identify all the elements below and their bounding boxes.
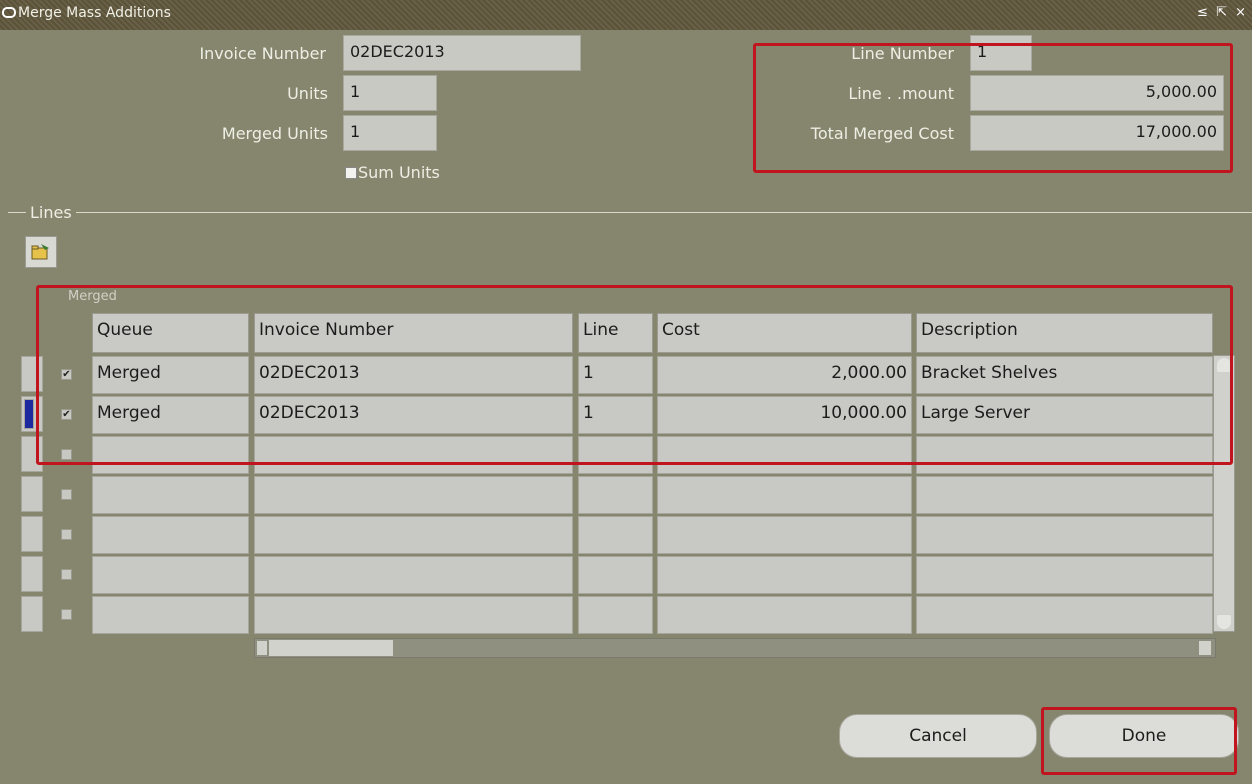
column-header-cost: Cost	[657, 313, 912, 353]
column-header-description: Description	[916, 313, 1213, 353]
merged-units-label: Merged Units	[221, 124, 328, 143]
done-button[interactable]: Done	[1049, 714, 1239, 758]
row-indicator[interactable]	[21, 556, 43, 592]
table-cell-description[interactable]	[916, 556, 1213, 594]
units-field[interactable]: 1	[343, 75, 437, 111]
units-label: Units	[287, 84, 328, 103]
row-indicator[interactable]	[21, 436, 43, 472]
table-cell-queue[interactable]: Merged	[92, 396, 249, 434]
merged-checkbox[interactable]: ✔	[61, 369, 72, 380]
column-header-line: Line	[578, 313, 653, 353]
merged-checkbox[interactable]	[61, 489, 72, 500]
horizontal-scroll-thumb[interactable]	[269, 640, 393, 656]
merged-checkbox[interactable]	[61, 449, 72, 460]
column-header-queue: Queue	[92, 313, 249, 353]
scroll-right-icon[interactable]	[1199, 641, 1211, 655]
lines-group-divider	[8, 212, 1252, 213]
vertical-scrollbar[interactable]	[1213, 355, 1235, 632]
table-cell-queue[interactable]	[92, 476, 249, 514]
total-merged-cost-label: Total Merged Cost	[810, 124, 954, 143]
folder-icon	[31, 244, 49, 260]
table-cell-invoice[interactable]: 02DEC2013	[254, 356, 573, 394]
merged-checkbox[interactable]	[61, 529, 72, 540]
table-cell-line[interactable]	[578, 596, 653, 634]
row-indicator[interactable]	[21, 596, 43, 632]
table-cell-cost[interactable]: 2,000.00	[657, 356, 912, 394]
table-cell-queue[interactable]	[92, 556, 249, 594]
table-cell-cost[interactable]	[657, 476, 912, 514]
line-amount-field[interactable]: 5,000.00	[970, 75, 1224, 111]
line-amount-label: Line . .mount	[848, 84, 954, 103]
invoice-number-label: Invoice Number	[199, 44, 326, 63]
line-number-field[interactable]: 1	[970, 35, 1032, 71]
merged-checkbox[interactable]: ✔	[61, 409, 72, 420]
merged-checkbox[interactable]	[61, 609, 72, 620]
merged-units-field[interactable]: 1	[343, 115, 437, 151]
line-number-label: Line Number	[851, 44, 954, 63]
table-cell-queue[interactable]	[92, 516, 249, 554]
title-bar: Merge Mass Additions ≤ ⇱ ×	[0, 0, 1252, 30]
table-cell-description[interactable]: Bracket Shelves	[916, 356, 1213, 394]
table-cell-queue[interactable]	[92, 596, 249, 634]
table-cell-line[interactable]: 1	[578, 356, 653, 394]
table-cell-line[interactable]	[578, 556, 653, 594]
table-cell-description[interactable]	[916, 516, 1213, 554]
row-indicator[interactable]	[21, 356, 43, 392]
table-cell-description[interactable]	[916, 476, 1213, 514]
sum-units-label: Sum Units	[358, 163, 440, 182]
column-header-invoice: Invoice Number	[254, 313, 573, 353]
table-cell-line[interactable]	[578, 436, 653, 474]
table-cell-description[interactable]: Large Server	[916, 396, 1213, 434]
horizontal-scrollbar[interactable]	[254, 638, 1216, 658]
row-indicator[interactable]	[21, 476, 43, 512]
scroll-left-icon[interactable]	[257, 641, 267, 655]
table-cell-invoice[interactable]	[254, 436, 573, 474]
merged-column-header: Merged	[68, 289, 117, 304]
merged-checkbox[interactable]	[61, 569, 72, 580]
table-cell-cost[interactable]: 10,000.00	[657, 396, 912, 434]
table-cell-description[interactable]	[916, 436, 1213, 474]
table-cell-description[interactable]	[916, 596, 1213, 634]
sum-units-checkbox[interactable]	[345, 167, 357, 179]
table-cell-line[interactable]	[578, 476, 653, 514]
window-title: Merge Mass Additions	[18, 5, 171, 21]
scroll-up-icon[interactable]	[1217, 358, 1231, 372]
table-cell-cost[interactable]	[657, 436, 912, 474]
table-cell-line[interactable]	[578, 516, 653, 554]
table-cell-invoice[interactable]	[254, 476, 573, 514]
table-cell-cost[interactable]	[657, 556, 912, 594]
cancel-button[interactable]: Cancel	[839, 714, 1037, 758]
total-merged-cost-field[interactable]: 17,000.00	[970, 115, 1224, 151]
row-indicator[interactable]	[21, 516, 43, 552]
window-controls[interactable]: ≤ ⇱ ×	[1197, 5, 1248, 20]
open-folder-button[interactable]	[25, 236, 57, 268]
table-cell-cost[interactable]	[657, 516, 912, 554]
table-cell-invoice[interactable]	[254, 556, 573, 594]
table-cell-invoice[interactable]	[254, 596, 573, 634]
table-cell-queue[interactable]: Merged	[92, 356, 249, 394]
table-cell-invoice[interactable]	[254, 516, 573, 554]
invoice-number-field[interactable]: 02DEC2013	[343, 35, 581, 71]
table-cell-invoice[interactable]: 02DEC2013	[254, 396, 573, 434]
current-row-marker	[24, 399, 34, 429]
lines-group-label: Lines	[26, 203, 76, 222]
scroll-down-icon[interactable]	[1217, 615, 1231, 629]
table-cell-queue[interactable]	[92, 436, 249, 474]
window-menu-icon[interactable]	[2, 7, 16, 18]
table-cell-line[interactable]: 1	[578, 396, 653, 434]
table-cell-cost[interactable]	[657, 596, 912, 634]
